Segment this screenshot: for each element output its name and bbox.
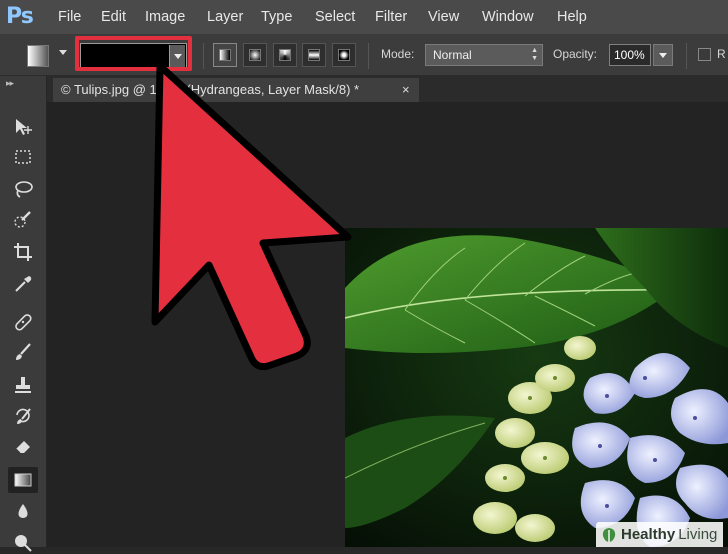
healthy-living-watermark: Healthy Living — [596, 522, 724, 547]
watermark-brand-suffix: Living — [678, 526, 718, 543]
pointer-arrow-icon — [151, 62, 352, 371]
leaf-logo-icon — [602, 527, 616, 542]
watermark-brand: Healthy — [621, 526, 676, 543]
